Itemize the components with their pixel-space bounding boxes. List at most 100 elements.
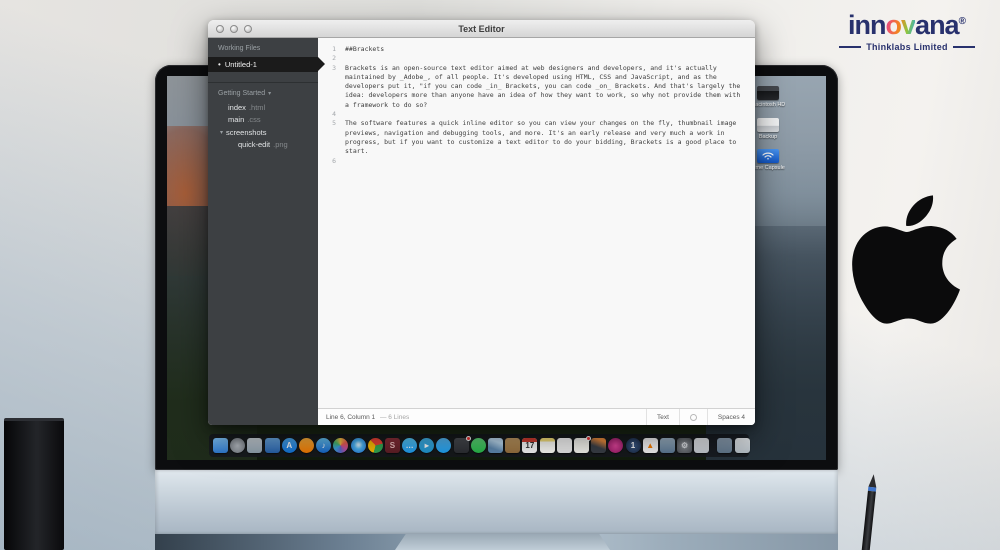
dock-app-icon[interactable]: ▲	[642, 438, 658, 453]
drive-icon	[757, 149, 779, 164]
project-name: Getting Started	[218, 90, 266, 97]
editor-pane: 1 ##Brackets 2 3 Brackets is an open-sou…	[318, 38, 755, 425]
dock-app-icon[interactable]: 17	[522, 438, 538, 453]
file-tree-item[interactable]: main .css	[208, 114, 318, 127]
dock-app-icon[interactable]: 1	[625, 438, 641, 453]
text-editor-window: Text Editor Working Files • Untitled-1 G…	[208, 20, 755, 425]
line-text	[345, 110, 755, 119]
language-mode[interactable]: Text	[645, 409, 679, 425]
dock-app-icon[interactable]	[556, 438, 572, 453]
line-number: 6	[332, 156, 336, 165]
line-count: — 6 Lines	[379, 413, 410, 421]
window-title: Text Editor	[458, 23, 505, 34]
line-text	[345, 157, 755, 166]
dock-app-icon[interactable]	[470, 438, 486, 453]
dock-app-icon[interactable]	[591, 438, 607, 453]
line-number: 1	[332, 45, 336, 53]
dock-app-icon[interactable]	[717, 438, 733, 453]
dock-icon-glyph: ♪	[321, 440, 326, 450]
dock-app-icon[interactable]	[505, 438, 521, 453]
project-dropdown[interactable]: Getting Started ▾	[208, 82, 318, 101]
dock-app-icon[interactable]	[539, 438, 555, 453]
dock-app-icon[interactable]	[734, 438, 750, 453]
black-speaker-tower	[4, 418, 64, 550]
cursor-position[interactable]: Line 6, Column 1 — 6 Lines	[318, 414, 646, 421]
file-name: main	[228, 115, 245, 125]
drive-icon	[757, 117, 779, 132]
code-editor[interactable]: 1 ##Brackets 2 3 Brackets is an open-sou…	[318, 38, 755, 408]
unsaved-dot-icon: •	[218, 60, 221, 69]
lint-status[interactable]	[678, 409, 707, 425]
dock-icon-glyph: ▲	[646, 440, 655, 450]
indent-setting[interactable]: Spaces 4	[706, 409, 755, 425]
close-button[interactable]	[216, 25, 224, 33]
file-tree-item[interactable]: index .html	[208, 101, 318, 114]
dock-app-icon[interactable]: ⚙	[677, 438, 693, 453]
editor-line[interactable]: 2	[318, 54, 755, 63]
dock-app-icon[interactable]	[453, 436, 471, 453]
dock: A ♪ S … ▸ 17 1 ▲ ⚙	[209, 434, 750, 457]
file-extension: .html	[248, 102, 266, 112]
file-name: index	[228, 102, 246, 112]
dock-app-icon[interactable]	[367, 438, 383, 453]
innovana-tagline: Thinklabs Limited	[828, 42, 986, 52]
line-number: 5	[332, 119, 336, 128]
file-tree-item[interactable]: quick-edit .png	[208, 139, 318, 152]
dock-app-icon[interactable]	[573, 436, 591, 453]
dock-app-icon[interactable]	[608, 438, 624, 453]
editor-line[interactable]: 1 ##Brackets	[318, 45, 755, 54]
line-text: Brackets is an open-source text editor a…	[345, 63, 745, 109]
dock-app-icon[interactable]: S	[384, 438, 400, 453]
editor-line[interactable]: 4	[318, 110, 755, 119]
dock-app-icon[interactable]: A	[281, 438, 297, 453]
dock-icon-glyph: S	[389, 440, 396, 450]
dock-app-icon[interactable]	[436, 438, 452, 453]
dock-icon-glyph: 17	[525, 440, 535, 450]
lint-indicator-icon	[689, 413, 697, 421]
stylus-tip	[868, 473, 878, 488]
tagline-rule-left	[839, 46, 862, 48]
dock-app-icon[interactable]	[298, 438, 314, 453]
file-name: quick-edit	[238, 140, 271, 150]
dock-icon-glyph: A	[286, 440, 293, 450]
zoom-button[interactable]	[244, 25, 252, 33]
dock-icon-glyph: ⚙	[680, 440, 689, 450]
file-extension: .css	[247, 115, 261, 125]
minimize-button[interactable]	[230, 25, 238, 33]
dock-icon-glyph: ▸	[424, 440, 429, 450]
tagline-rule-right	[952, 46, 975, 48]
dock-app-icon[interactable]	[659, 438, 675, 453]
window-titlebar[interactable]: Text Editor	[208, 20, 755, 38]
apple-logo	[851, 186, 961, 333]
file-tree: index .html main .css ▾ screenshots quic…	[208, 101, 318, 151]
window-controls	[216, 25, 252, 33]
dock-app-icon[interactable]	[694, 438, 710, 453]
file-extension: .png	[273, 140, 288, 150]
imac-stand	[395, 534, 610, 550]
editor-line[interactable]: 3 Brackets is an open-source text editor…	[318, 64, 755, 110]
working-file-selected[interactable]: • Untitled-1	[208, 57, 325, 72]
dock-app-icon[interactable]	[230, 438, 246, 453]
calendar-top-bar	[522, 438, 538, 442]
dock-app-icon[interactable]	[350, 438, 366, 453]
stylus-pen	[859, 473, 878, 550]
dock-app-icon[interactable]: ▸	[419, 438, 435, 453]
dock-app-icon[interactable]	[213, 438, 228, 453]
dock-app-icon[interactable]: ♪	[316, 438, 332, 453]
notification-badge	[465, 436, 471, 441]
dock-app-icon[interactable]	[247, 438, 263, 453]
dock-app-icon[interactable]	[488, 438, 503, 453]
working-files-header: Working Files	[218, 45, 261, 52]
selected-file-arrow-icon	[318, 57, 325, 71]
editor-line[interactable]: 6	[318, 157, 755, 166]
dock-app-icon[interactable]: …	[402, 438, 418, 453]
file-tree-item[interactable]: ▾ screenshots	[208, 126, 318, 139]
dock-app-icon[interactable]	[333, 438, 349, 453]
scene: innovana® Thinklabs Limited Macintosh HD	[0, 0, 1000, 550]
dock-icon-glyph: 1	[630, 440, 636, 450]
line-text: The software features a quick inline edi…	[345, 119, 741, 156]
editor-line[interactable]: 5 The software features a quick inline e…	[318, 119, 755, 156]
colored-letters: ov	[885, 10, 916, 40]
dock-app-icon[interactable]	[264, 438, 280, 453]
wifi-icon	[762, 152, 774, 160]
